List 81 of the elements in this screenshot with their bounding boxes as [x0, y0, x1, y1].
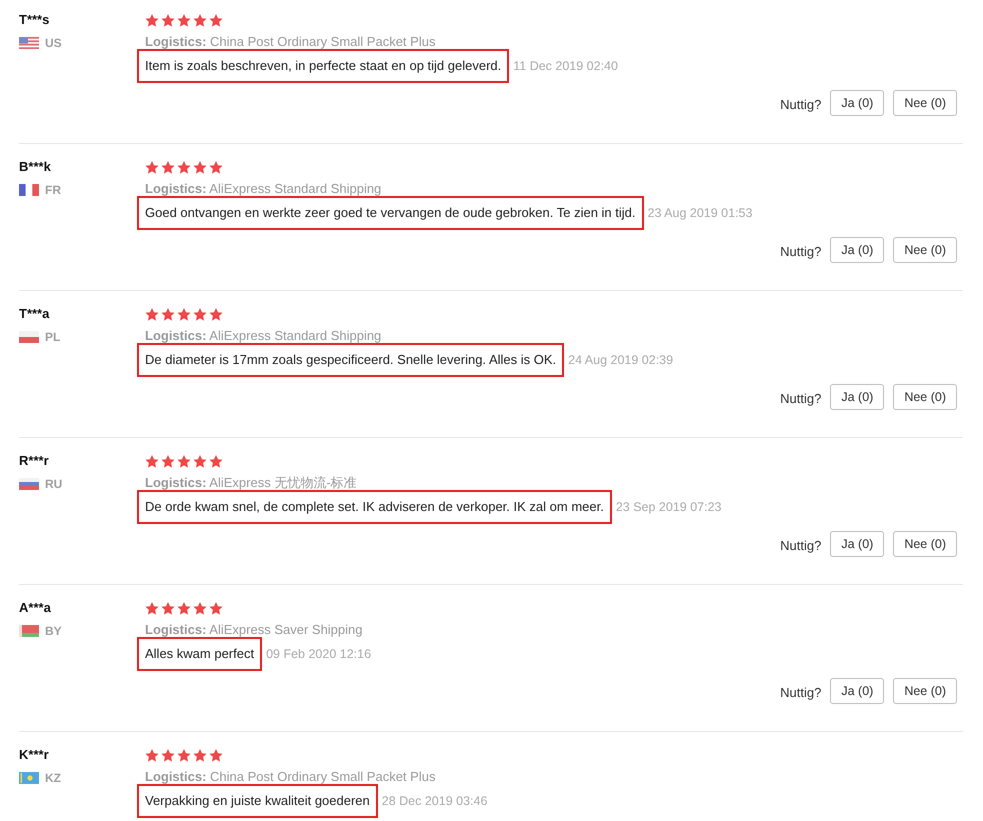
- star-icon: [161, 454, 175, 468]
- star-icon: [209, 308, 223, 320]
- yes-vote-button[interactable]: Ja (0): [830, 384, 884, 410]
- helpful-label: Nuttig?: [780, 96, 822, 112]
- flag-icon: [19, 184, 39, 196]
- logistics-info: Logistics: China Post Ordinary Small Packet Plus: [145, 33, 436, 51]
- star-icon: [145, 454, 159, 468]
- country-code: FR: [45, 183, 61, 197]
- helpful-label: Nuttig?: [780, 538, 822, 552]
- helpful-label: Nuttig?: [780, 244, 822, 258]
- star-icon: [177, 454, 191, 468]
- star-icon: [177, 602, 191, 614]
- star-icon: [161, 602, 175, 614]
- star-icon: [193, 602, 207, 614]
- reviewer-name: K***r: [19, 746, 49, 764]
- review-date: 09 Feb 2020 12:16: [266, 647, 372, 661]
- star-icon: [161, 160, 175, 174]
- logistics-info: Logistics: AliExpress Standard Shipping: [145, 180, 382, 198]
- star-icon: [177, 14, 191, 26]
- star-icon: [193, 308, 207, 320]
- helpful-label: Nuttig?: [780, 684, 822, 700]
- logistics-info: Logistics: AliExpress Standard Shipping: [145, 327, 382, 345]
- star-icon: [209, 454, 223, 468]
- yes-vote-button[interactable]: Ja (0): [830, 90, 884, 116]
- star-icon: [177, 160, 191, 174]
- no-vote-button[interactable]: Nee (0): [893, 90, 957, 116]
- review-date: 23 Sep 2019 07:23: [616, 500, 722, 514]
- no-vote-button[interactable]: Nee (0): [893, 384, 957, 410]
- no-vote-button[interactable]: Nee (0): [893, 531, 957, 557]
- star-icon: [177, 308, 191, 320]
- star-icon: [145, 160, 159, 174]
- country-code: RU: [45, 477, 62, 491]
- star-icon: [145, 748, 159, 762]
- reviewer-name: T***a: [19, 305, 50, 323]
- star-icon: [193, 454, 207, 468]
- review-date: 28 Dec 2019 03:46: [382, 794, 488, 808]
- logistics-info: Logistics: AliExpress 无忧物流-标准: [145, 474, 357, 492]
- no-vote-button[interactable]: Nee (0): [893, 678, 957, 704]
- star-icon: [177, 748, 191, 762]
- country-code: PL: [45, 330, 60, 344]
- review-text: Alles kwam perfect: [145, 646, 254, 661]
- review-text: Item is zoals beschreven, in perfecte staat en op tijd geleverd.: [145, 58, 502, 73]
- star-icon: [193, 160, 207, 174]
- reviewer-name: T***s: [19, 11, 50, 29]
- country-code: US: [45, 36, 62, 50]
- star-icon: [193, 14, 207, 26]
- country-code: KZ: [45, 771, 61, 785]
- review-text: De orde kwam snel, de complete set. IK adviseren de verkoper. IK zal om meer.: [145, 499, 604, 514]
- yes-vote-button[interactable]: Ja (0): [830, 531, 884, 557]
- yes-vote-button[interactable]: Ja (0): [830, 237, 884, 263]
- reviewer-name: A***a: [19, 599, 51, 617]
- flag-icon: [19, 478, 39, 490]
- star-icon: [209, 160, 223, 174]
- review-text: De diameter is 17mm zoals gespecificeerd. Snelle levering. Alles is OK.: [145, 352, 556, 367]
- logistics-info: Logistics: China Post Ordinary Small Packet Plus: [145, 768, 436, 786]
- review-date: 24 Aug 2019 02:39: [568, 353, 674, 367]
- reviewer-name: B***k: [19, 158, 51, 176]
- star-icon: [193, 748, 207, 762]
- yes-vote-button[interactable]: Ja (0): [830, 678, 884, 704]
- star-icon: [145, 14, 159, 26]
- star-icon: [145, 308, 159, 320]
- review-text: Goed ontvangen en werkte zeer goed te vervangen de oude gebroken. Te zien in tijd.: [145, 205, 636, 220]
- flag-icon: [19, 772, 39, 784]
- star-icon: [161, 14, 175, 26]
- review-text: Verpakking en juiste kwaliteit goederen: [145, 793, 370, 808]
- star-icon: [161, 748, 175, 762]
- no-vote-button[interactable]: Nee (0): [893, 237, 957, 263]
- star-icon: [209, 14, 223, 26]
- country-code: BY: [45, 624, 62, 638]
- logistics-info: Logistics: AliExpress Saver Shipping: [145, 621, 362, 639]
- star-icon: [145, 602, 159, 614]
- flag-icon: [19, 37, 39, 49]
- star-icon: [209, 748, 223, 762]
- star-icon: [209, 602, 223, 614]
- flag-icon: [19, 625, 39, 637]
- review-date: 11 Dec 2019 02:40: [513, 59, 618, 73]
- flag-icon: [19, 331, 39, 343]
- review-date: 23 Aug 2019 01:53: [648, 206, 752, 220]
- reviewer-name: R***r: [19, 452, 49, 470]
- helpful-label: Nuttig?: [780, 390, 822, 406]
- star-icon: [161, 308, 175, 320]
